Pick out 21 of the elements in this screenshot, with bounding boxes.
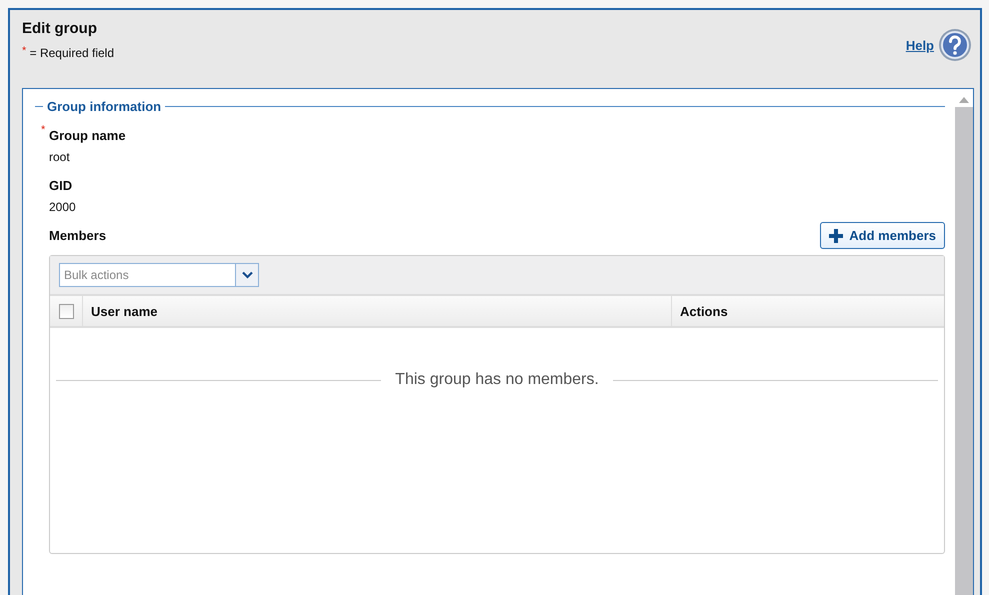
help-icon[interactable] — [938, 28, 972, 62]
column-header: User name — [83, 296, 672, 326]
select-all-checkbox[interactable] — [58, 304, 74, 318]
chevron-down-icon — [242, 271, 252, 279]
required-marker: * — [22, 45, 26, 57]
scroll-up-icon[interactable] — [959, 97, 969, 103]
add-members-button[interactable]: Add members — [820, 222, 945, 249]
bulk-actions-dropdown[interactable]: Bulk actions — [59, 263, 259, 287]
field-value: 2000 — [49, 200, 77, 214]
field-label: GID — [49, 178, 72, 193]
required-marker: * — [41, 124, 46, 136]
required-note: = Required field — [30, 46, 114, 60]
field-label: Members — [49, 228, 106, 243]
field-label: Group name — [49, 128, 126, 143]
plus-icon — [829, 228, 844, 242]
column-header: Actions — [679, 302, 728, 320]
help-link[interactable]: Help — [906, 38, 934, 52]
field-value: root — [49, 150, 71, 164]
dialog-title: Edit group — [22, 20, 98, 37]
section-title: Group information — [47, 99, 162, 114]
empty-message: This group has no members. — [395, 371, 599, 389]
